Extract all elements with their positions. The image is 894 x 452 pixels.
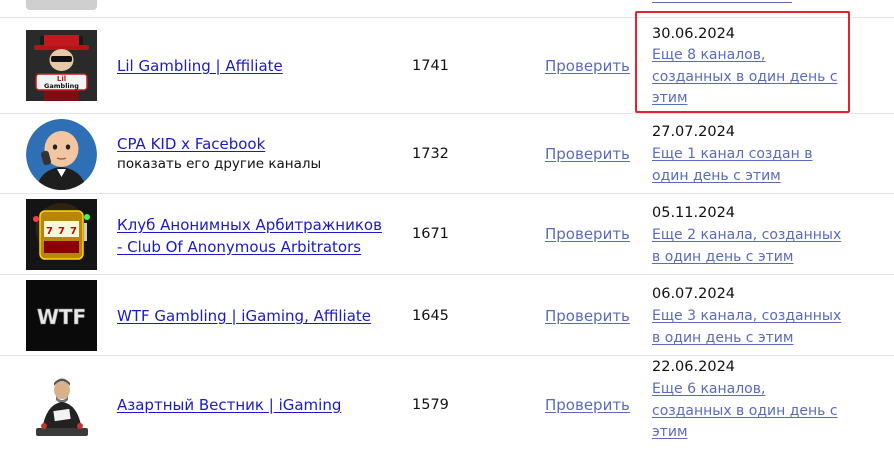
- more-channels-link[interactable]: Еще 3 канала, созданных в один день с эт…: [652, 306, 842, 349]
- svg-text:7: 7: [58, 226, 65, 237]
- check-link[interactable]: Проверить: [545, 225, 630, 243]
- table-row: WTF WTF Gambling | iGaming, Affiliate 16…: [0, 274, 894, 355]
- channel-avatar[interactable]: [26, 119, 97, 190]
- table-row: Азартный Вестник | iGaming 1579 Проверит…: [0, 355, 894, 452]
- channel-name-link[interactable]: WTF Gambling | iGaming, Affiliate: [117, 305, 387, 327]
- slot-machine-icon: 7 7 7: [26, 199, 97, 270]
- subscriber-count: 1579: [412, 397, 449, 413]
- more-channels-link[interactable]: Еще 2 канала, созданных в один день с эт…: [652, 225, 842, 268]
- check-link[interactable]: Проверить: [545, 57, 630, 75]
- check-link[interactable]: Проверить: [545, 307, 630, 325]
- channel-avatar[interactable]: [26, 0, 97, 10]
- table-row: CPA KID x Facebook показать его другие к…: [0, 113, 894, 193]
- more-channels-link[interactable]: [652, 0, 792, 3]
- logo-text: WTF: [37, 305, 86, 329]
- svg-text:7: 7: [70, 226, 77, 237]
- subscriber-count: 1732: [412, 146, 449, 162]
- more-channels-link[interactable]: Еще 6 каналов, созданных в один день с э…: [652, 379, 842, 444]
- subscriber-count: 1645: [412, 308, 449, 324]
- table-row: 7 7 7 Клуб Анонимных Арбитражников - Clu…: [0, 193, 894, 274]
- show-other-channels-text[interactable]: показать его другие каналы: [117, 156, 321, 172]
- channel-name-link[interactable]: Клуб Анонимных Арбитражников - Club Of A…: [117, 214, 387, 258]
- creation-date: 27.07.2024: [652, 124, 736, 140]
- subscriber-count: 1671: [412, 226, 449, 242]
- svg-text:7: 7: [46, 226, 53, 237]
- subscriber-count: 1741: [412, 58, 449, 74]
- channels-table: Lil Gambling Lil Gambling | Affiliate 17…: [0, 0, 894, 452]
- check-link[interactable]: Проверить: [545, 396, 630, 414]
- creation-date: 05.11.2024: [652, 205, 736, 221]
- channel-name-link[interactable]: Lil Gambling | Affiliate: [117, 55, 387, 77]
- boss-baby-icon: [26, 119, 97, 190]
- wtf-logo-icon: WTF: [26, 280, 97, 351]
- gambler-logo-icon: Lil Gambling: [26, 30, 97, 101]
- channel-avatar[interactable]: [26, 370, 97, 441]
- creation-date: 22.06.2024: [652, 359, 736, 375]
- highlight-box: [635, 11, 850, 113]
- channel-name-link[interactable]: Азартный Вестник | iGaming: [117, 394, 387, 416]
- channel-name-link[interactable]: CPA KID x Facebook: [117, 133, 387, 155]
- channel-avatar[interactable]: WTF: [26, 280, 97, 351]
- creation-date: 06.07.2024: [652, 286, 736, 302]
- check-link[interactable]: Проверить: [545, 145, 630, 163]
- svg-text:Gambling: Gambling: [44, 82, 79, 90]
- more-channels-link[interactable]: Еще 1 канал создан в один день с этим: [652, 144, 842, 187]
- channel-avatar[interactable]: Lil Gambling: [26, 30, 97, 101]
- card-player-icon: [26, 370, 97, 441]
- channel-avatar[interactable]: 7 7 7: [26, 199, 97, 270]
